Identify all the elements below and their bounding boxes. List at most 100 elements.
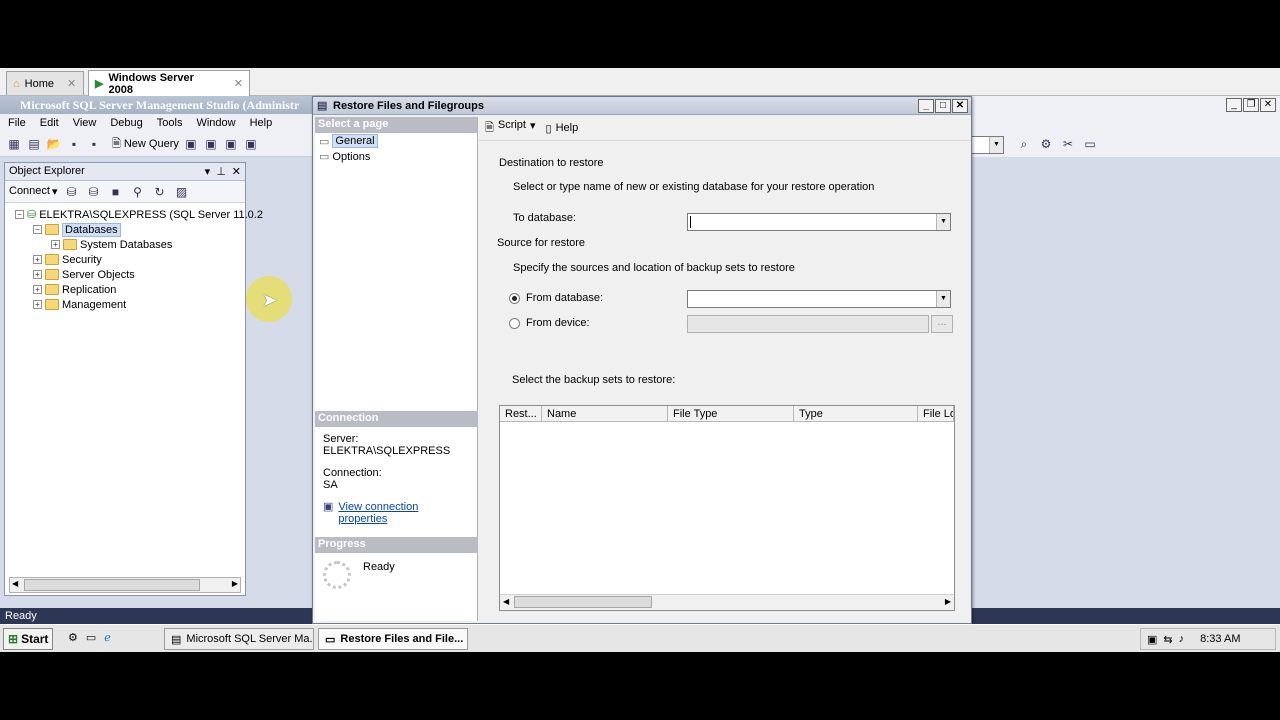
refresh-icon[interactable]: ↻ bbox=[152, 184, 168, 200]
browse-device-button[interactable]: ... bbox=[931, 315, 953, 333]
tree-node-databases[interactable]: − Databases bbox=[33, 222, 121, 237]
close-icon[interactable]: ✕ bbox=[232, 165, 241, 178]
activity-monitor-icon[interactable]: ▨ bbox=[174, 184, 190, 200]
page-options[interactable]: ▭ Options bbox=[315, 149, 477, 164]
menu-window[interactable]: Window bbox=[196, 117, 235, 129]
expand-icon[interactable]: + bbox=[51, 240, 60, 249]
menu-tools[interactable]: Tools bbox=[157, 117, 183, 129]
expand-icon[interactable]: + bbox=[33, 285, 42, 294]
connect-icon[interactable]: ⛁ bbox=[64, 184, 80, 200]
taskbar-item-ssms[interactable]: ▤ Microsoft SQL Server Ma... bbox=[164, 628, 314, 650]
clock[interactable]: 8:33 AM bbox=[1200, 633, 1240, 645]
open-icon[interactable]: 📂 bbox=[46, 136, 62, 152]
volume-icon[interactable]: ♪ bbox=[1179, 633, 1185, 645]
stop-icon[interactable]: ■ bbox=[108, 184, 124, 200]
chevron-down-icon[interactable]: ▼ bbox=[936, 291, 950, 307]
expand-icon[interactable]: + bbox=[33, 255, 42, 264]
tab-home[interactable]: ⌂ Home ✕ bbox=[6, 71, 84, 95]
close-icon[interactable]: ✕ bbox=[67, 77, 76, 90]
chevron-down-icon[interactable]: ▾ bbox=[205, 165, 211, 178]
radio-unselected-icon bbox=[509, 317, 520, 329]
tree-node-replication[interactable]: + Replication bbox=[33, 282, 116, 297]
tray-app-icon[interactable]: ▣ bbox=[1147, 633, 1157, 646]
view-connection-link[interactable]: ▣ View connection properties bbox=[323, 501, 470, 525]
expand-icon[interactable]: + bbox=[33, 270, 42, 279]
properties-icon[interactable]: ⚙ bbox=[1038, 136, 1054, 152]
connect-button[interactable]: Connect ▾ bbox=[9, 185, 58, 198]
column-restore[interactable]: Rest... bbox=[500, 406, 542, 422]
database-engine-query-icon[interactable]: ▣ bbox=[183, 136, 199, 152]
new-project-icon[interactable]: ▦ bbox=[6, 136, 22, 152]
folder-icon bbox=[45, 299, 59, 310]
taskbar-item-restore[interactable]: ▭ Restore Files and File... bbox=[318, 628, 468, 650]
start-button[interactable]: ⊞ Start bbox=[3, 628, 53, 650]
find-icon[interactable]: ⌕ bbox=[1016, 136, 1032, 152]
expand-icon[interactable]: + bbox=[33, 300, 42, 309]
show-desktop-icon[interactable]: ▭ bbox=[86, 631, 96, 644]
script-button[interactable]: 🗎 Script ▾ bbox=[485, 119, 536, 138]
scroll-left-icon[interactable]: ◀ bbox=[12, 579, 18, 588]
menu-file[interactable]: File bbox=[8, 117, 26, 129]
tree-node-server-objects[interactable]: + Server Objects bbox=[33, 267, 135, 282]
from-database-radio[interactable]: From database: bbox=[509, 292, 603, 304]
filter-icon[interactable]: ⚲ bbox=[130, 184, 146, 200]
column-name[interactable]: Name bbox=[542, 406, 668, 422]
replication-label: Replication bbox=[62, 283, 117, 296]
disconnect-icon[interactable]: ⛁ bbox=[86, 184, 102, 200]
backup-sets-grid[interactable]: Rest... Name File Type Type File Lo ◀ ▶ bbox=[499, 405, 955, 611]
scrollbar-thumb[interactable] bbox=[514, 596, 652, 608]
save-icon[interactable]: ▪ bbox=[66, 136, 82, 152]
analysis-query-icon[interactable]: ▣ bbox=[203, 136, 219, 152]
maximize-icon[interactable]: □ bbox=[935, 99, 951, 113]
to-database-combo[interactable]: ▼ bbox=[687, 213, 951, 231]
column-file-location[interactable]: File Lo bbox=[918, 406, 954, 422]
close-icon[interactable]: ✕ bbox=[952, 99, 968, 113]
menu-edit[interactable]: Edit bbox=[40, 117, 59, 129]
server-objects-label: Server Objects bbox=[62, 268, 135, 281]
column-type[interactable]: Type bbox=[794, 406, 918, 422]
chevron-down-icon[interactable]: ▼ bbox=[936, 214, 950, 230]
tree-node-management[interactable]: + Management bbox=[33, 297, 126, 312]
collapse-icon[interactable]: − bbox=[15, 210, 24, 219]
solution-config-dropdown[interactable]: ▼ bbox=[972, 136, 1004, 154]
grid-hscrollbar[interactable]: ◀ ▶ bbox=[500, 594, 954, 610]
tree-node-server[interactable]: − ⛁ ELEKTRA\SQLEXPRESS (SQL Server 11.0.… bbox=[15, 207, 263, 222]
help-button[interactable]: ▯ Help bbox=[546, 122, 579, 135]
window-icon[interactable]: ▭ bbox=[1082, 136, 1098, 152]
tab-windows-server[interactable]: ▶ Windows Server 2008 ✕ bbox=[88, 70, 250, 96]
restore-icon[interactable]: ❐ bbox=[1243, 98, 1259, 112]
from-database-combo[interactable]: ▼ bbox=[687, 290, 951, 308]
xmla-query-icon[interactable]: ▣ bbox=[243, 136, 259, 152]
menu-view[interactable]: View bbox=[73, 117, 97, 129]
menu-help[interactable]: Help bbox=[250, 117, 273, 129]
tree-node-system-databases[interactable]: + System Databases bbox=[51, 237, 172, 252]
column-file-type[interactable]: File Type bbox=[668, 406, 794, 422]
close-icon[interactable]: ✕ bbox=[1260, 98, 1276, 112]
close-icon[interactable]: ✕ bbox=[234, 77, 243, 90]
scroll-right-icon[interactable]: ▶ bbox=[945, 597, 951, 606]
page-general[interactable]: ▭ General bbox=[315, 133, 477, 149]
server-value: ELEKTRA\SQLEXPRESS bbox=[323, 445, 451, 457]
new-query-button[interactable]: 🗎 New Query bbox=[112, 135, 179, 154]
internet-explorer-icon[interactable]: ℯ bbox=[104, 631, 111, 644]
collapse-icon[interactable]: − bbox=[33, 225, 42, 234]
scrollbar-thumb[interactable] bbox=[24, 579, 200, 591]
tree-node-security[interactable]: + Security bbox=[33, 252, 102, 267]
home-icon: ⌂ bbox=[13, 77, 20, 90]
menu-debug[interactable]: Debug bbox=[110, 117, 142, 129]
object-explorer-hscrollbar[interactable]: ◀ ▶ bbox=[9, 577, 241, 593]
scroll-left-icon[interactable]: ◀ bbox=[503, 597, 509, 606]
taskbar-restore-label: Restore Files and File... bbox=[340, 633, 464, 645]
pin-icon[interactable]: ⊥ bbox=[216, 165, 226, 178]
network-icon[interactable]: ⇆ bbox=[1163, 633, 1172, 646]
tools-icon[interactable]: ✂ bbox=[1060, 136, 1076, 152]
from-device-radio[interactable]: From device: bbox=[509, 317, 590, 329]
minimize-icon[interactable]: _ bbox=[1226, 98, 1242, 112]
mdx-query-icon[interactable]: ▣ bbox=[223, 136, 239, 152]
save-all-icon[interactable]: ▪ bbox=[86, 136, 102, 152]
add-item-icon[interactable]: ▤ bbox=[26, 136, 42, 152]
to-database-label: To database: bbox=[513, 212, 576, 224]
scroll-right-icon[interactable]: ▶ bbox=[232, 579, 238, 588]
server-manager-icon[interactable]: ⚙ bbox=[68, 631, 78, 644]
minimize-icon[interactable]: _ bbox=[918, 99, 934, 113]
